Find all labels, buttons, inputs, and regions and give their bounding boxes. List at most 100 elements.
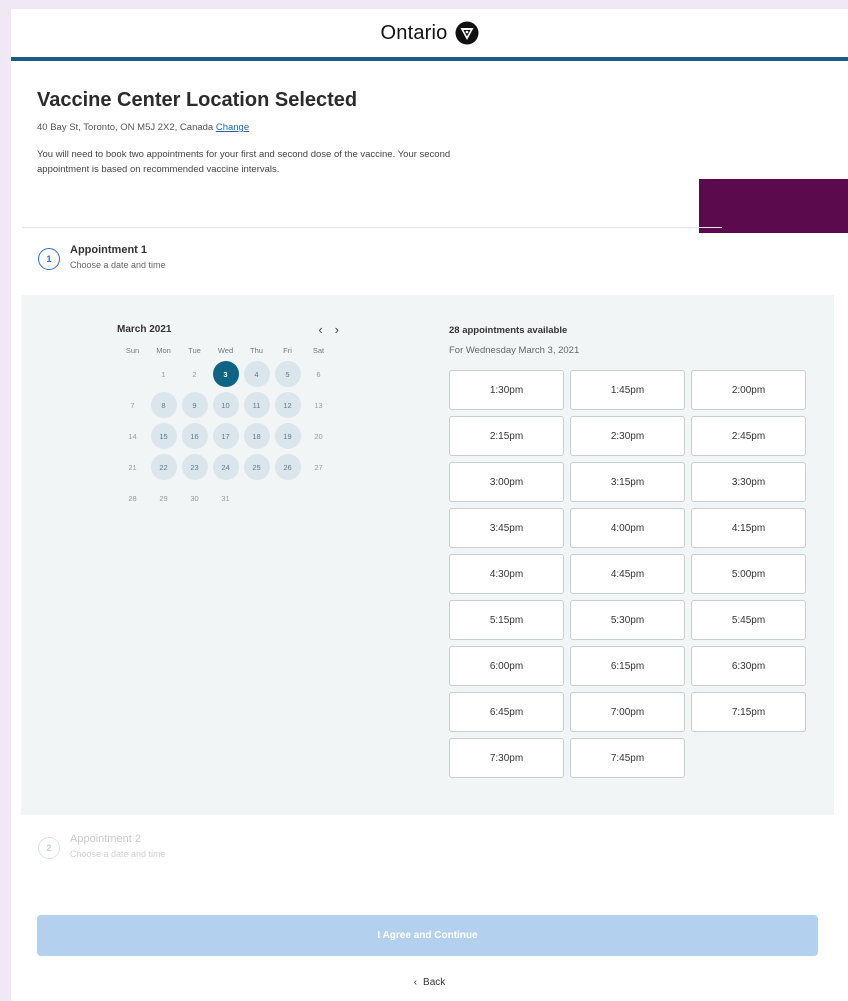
calendar-day: 6 xyxy=(316,369,321,379)
back-button[interactable]: ‹ Back xyxy=(11,977,848,988)
step-appointment-2: 2 Appointment 2 Choose a date and time xyxy=(38,833,166,859)
address-text: 40 Bay St, Toronto, ON M5J 2X2, Canada xyxy=(37,122,214,133)
calendar-month-label: March 2021 xyxy=(117,323,172,335)
time-slot-button[interactable]: 6:45pm xyxy=(449,692,564,732)
time-slot-grid: 1:30pm 1:45pm 2:00pm 2:15pm 2:30pm 2:45pm 3:00… xyxy=(449,370,819,778)
calendar-day-available[interactable]: 4 xyxy=(243,361,270,387)
accent-block xyxy=(699,179,848,233)
step-appointment-1: 1 Appointment 1 Choose a date and time xyxy=(38,244,166,270)
time-slot-button[interactable]: 5:30pm xyxy=(570,600,685,640)
calendar-day: 30 xyxy=(190,493,199,503)
time-slot-button[interactable]: 3:00pm xyxy=(449,462,564,502)
step-number-badge: 2 xyxy=(38,837,60,859)
weekday-label: Thu xyxy=(250,346,263,355)
time-slot-button[interactable]: 2:45pm xyxy=(691,416,806,456)
back-label: Back xyxy=(423,977,446,988)
chevron-right-icon[interactable]: › xyxy=(335,322,339,337)
calendar-day-available[interactable]: 16 xyxy=(181,423,208,449)
calendar: March 2021 ‹ › Sun Mon Tue Wed Thu Fri Sat 1 2 3 4… xyxy=(117,321,347,514)
calendar-day: 31 xyxy=(221,493,230,503)
location-address: 40 Bay St, Toronto, ON M5J 2X2, Canada C… xyxy=(37,122,457,133)
time-slot-button[interactable]: 7:45pm xyxy=(570,738,685,778)
page-card: Ontario Vaccine Center Location Selected… xyxy=(11,9,848,1001)
time-slot-button[interactable]: 2:00pm xyxy=(691,370,806,410)
calendar-day-available[interactable]: 10 xyxy=(212,392,239,418)
weekday-label: Tue xyxy=(188,346,201,355)
time-slot-button[interactable]: 2:15pm xyxy=(449,416,564,456)
calendar-day: 14 xyxy=(128,431,137,441)
calendar-day: 2 xyxy=(192,369,197,379)
divider xyxy=(22,227,722,228)
calendar-header: March 2021 ‹ › xyxy=(117,321,347,337)
change-location-link[interactable]: Change xyxy=(216,122,249,133)
calendar-day-available[interactable]: 26 xyxy=(274,454,301,480)
weekday-label: Fri xyxy=(283,346,292,355)
time-slot-button[interactable]: 6:00pm xyxy=(449,646,564,686)
time-slot-button[interactable]: 7:30pm xyxy=(449,738,564,778)
weekday-label: Wed xyxy=(217,346,234,355)
weekday-label: Sun xyxy=(125,346,140,355)
time-slot-button[interactable]: 3:30pm xyxy=(691,462,806,502)
time-slot-button[interactable]: 6:15pm xyxy=(570,646,685,686)
step-title: Appointment 1 xyxy=(70,244,147,256)
calendar-day-available[interactable]: 24 xyxy=(212,454,239,480)
calendar-day: 7 xyxy=(130,400,135,410)
calendar-day-available[interactable]: 9 xyxy=(181,392,208,418)
time-slot-button[interactable]: 4:45pm xyxy=(570,554,685,594)
time-slot-button[interactable]: 7:00pm xyxy=(570,692,685,732)
chevron-left-icon: ‹ xyxy=(413,977,418,988)
time-slot-button[interactable]: 4:15pm xyxy=(691,508,806,548)
time-slot-button[interactable]: 5:45pm xyxy=(691,600,806,640)
site-header: Ontario xyxy=(11,9,848,61)
ontario-trillium-logo-icon xyxy=(455,21,478,45)
calendar-day: 27 xyxy=(314,462,323,472)
calendar-day-available[interactable]: 17 xyxy=(212,423,239,449)
appointments-available-count: 28 appointments available xyxy=(449,325,568,336)
weekday-label: Mon xyxy=(156,346,171,355)
calendar-grid: Sun Mon Tue Wed Thu Fri Sat 1 2 3 4 5 6 7 8 9 10 11 12 13 14… xyxy=(117,343,347,514)
time-slot-button[interactable]: 3:45pm xyxy=(449,508,564,548)
time-slot-button[interactable]: 6:30pm xyxy=(691,646,806,686)
time-slot-button[interactable]: 1:30pm xyxy=(449,370,564,410)
step-title: Appointment 2 xyxy=(70,833,141,845)
chevron-left-icon[interactable]: ‹ xyxy=(318,322,322,337)
calendar-day-available[interactable]: 22 xyxy=(150,454,177,480)
calendar-day: 1 xyxy=(161,369,166,379)
calendar-day-available[interactable]: 5 xyxy=(274,361,301,387)
time-slot-button[interactable]: 4:30pm xyxy=(449,554,564,594)
calendar-day: 13 xyxy=(314,400,323,410)
time-slot-button[interactable]: 5:00pm xyxy=(691,554,806,594)
weekday-label: Sat xyxy=(312,346,325,355)
calendar-day: 21 xyxy=(128,462,137,472)
brand-name: Ontario xyxy=(380,21,448,44)
calendar-day-available[interactable]: 23 xyxy=(181,454,208,480)
calendar-day-available[interactable]: 15 xyxy=(150,423,177,449)
time-slots-panel: 28 appointments available For Wednesday … xyxy=(449,325,819,778)
step-number-badge: 1 xyxy=(38,248,60,270)
appointment-picker: March 2021 ‹ › Sun Mon Tue Wed Thu Fri Sat 1 2 3 4… xyxy=(21,295,834,815)
time-slot-button[interactable]: 3:15pm xyxy=(570,462,685,502)
step-subtitle: Choose a date and time xyxy=(70,260,166,270)
intro-text: You will need to book two appointments f… xyxy=(37,149,451,175)
time-slot-button[interactable]: 7:15pm xyxy=(691,692,806,732)
calendar-day-available[interactable]: 18 xyxy=(243,423,270,449)
agree-and-continue-button[interactable]: I Agree and Continue xyxy=(37,915,818,956)
calendar-day: 29 xyxy=(159,493,168,503)
brand[interactable]: Ontario xyxy=(381,21,479,45)
calendar-day-available[interactable]: 12 xyxy=(274,392,301,418)
calendar-nav: ‹ › xyxy=(318,322,339,337)
selected-date-label: For Wednesday March 3, 2021 xyxy=(449,345,580,356)
page-title: Vaccine Center Location Selected xyxy=(37,89,358,111)
calendar-day-available[interactable]: 19 xyxy=(274,423,301,449)
calendar-day: 20 xyxy=(314,431,323,441)
time-slot-button[interactable]: 1:45pm xyxy=(570,370,685,410)
calendar-day: 28 xyxy=(128,493,137,503)
calendar-day-available[interactable]: 8 xyxy=(150,392,177,418)
calendar-day-selected[interactable]: 3 xyxy=(212,361,239,387)
intro-section: Vaccine Center Location Selected 40 Bay … xyxy=(37,89,457,177)
time-slot-button[interactable]: 4:00pm xyxy=(570,508,685,548)
calendar-day-available[interactable]: 11 xyxy=(243,392,270,418)
time-slot-button[interactable]: 2:30pm xyxy=(570,416,685,456)
calendar-day-available[interactable]: 25 xyxy=(243,454,270,480)
time-slot-button[interactable]: 5:15pm xyxy=(449,600,564,640)
